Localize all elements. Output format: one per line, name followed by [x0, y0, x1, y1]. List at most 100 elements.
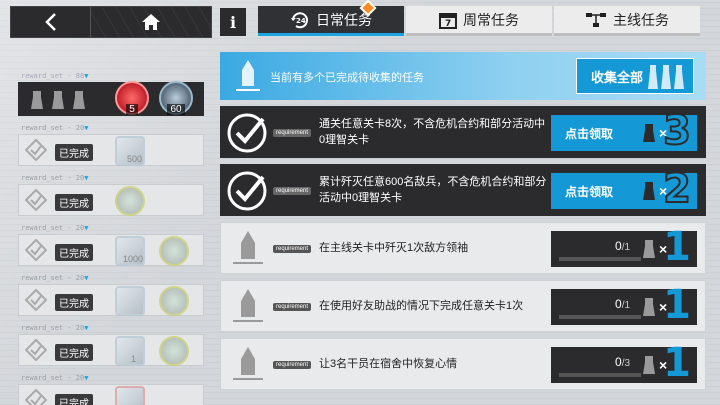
done-badge: 已完成 [55, 244, 93, 261]
item-count: 1 [131, 354, 137, 364]
progress-value: 0/1 [615, 239, 631, 253]
collect-hint: 当前有多个已完成待收集的任务 [270, 72, 424, 84]
chevron-left-icon [44, 13, 56, 31]
rhodes-island-emblem-icon [233, 231, 263, 264]
done-emblem-icon [25, 289, 47, 311]
task-description: 累计歼灭任意600名敌兵，不含危机合约和部分活动中0理智关卡 [319, 176, 547, 204]
reward-item-icon [159, 236, 189, 266]
requirement-tag: requirement [273, 361, 312, 369]
done-badge: 已完成 [55, 194, 93, 211]
calendar-7-icon: 7 [439, 11, 457, 29]
progress-value: 0/1 [615, 297, 631, 311]
reward-item-icon [159, 336, 189, 366]
collect-all-label: 收集全部 [591, 69, 644, 85]
rhodes-island-emblem-icon [233, 347, 263, 380]
reward-item-icon [115, 386, 145, 405]
claim-button[interactable]: 点击领取 × 3 [551, 110, 697, 152]
tab-label: 主线任务 [613, 11, 669, 28]
done-emblem-icon [25, 239, 47, 261]
reward-count: 3 [662, 108, 692, 154]
tab-weekly[interactable]: 7 周常任务 [406, 6, 552, 36]
reward-set-done[interactable]: reward_set - 20▼ 已完成 [18, 274, 204, 316]
claim-button[interactable]: 点击领取 × 2 [551, 168, 697, 210]
reward-set-label: reward_set - 20▼ [21, 374, 89, 382]
reward-set-active[interactable]: reward_set - 88▼ 5 60 [18, 72, 204, 116]
reward-set-done[interactable]: reward_set - 20▼ 已完成 [18, 174, 204, 216]
done-badge: 已完成 [55, 144, 93, 161]
task-description: 在主线关卡中歼灭1次敌方领袖 [319, 242, 469, 254]
task-row: requirement 在使用好友助战的情况下完成任意关卡1次 0/1 × 1 [220, 280, 706, 332]
top-nav [10, 6, 212, 38]
home-button[interactable] [91, 7, 211, 37]
reward-item-gift[interactable]: 5 [115, 81, 149, 115]
reward-keys [29, 89, 87, 111]
done-emblem-icon [25, 139, 47, 161]
key-icon [643, 182, 655, 200]
key-icon [52, 91, 64, 109]
reward-count: 1 [663, 224, 691, 270]
reward-item-icon [159, 286, 189, 316]
keys-icon [648, 65, 684, 89]
tab-daily[interactable]: 24 日常任务 [258, 0, 404, 36]
progress-bar [559, 373, 641, 377]
task-reward: × 2 [637, 168, 692, 210]
done-badge: 已完成 [55, 394, 93, 405]
reward-set-label: reward_set - 20▼ [21, 124, 89, 132]
key-icon [643, 240, 655, 258]
task-reward: × 1 [637, 227, 691, 267]
checkmark-circle-icon [227, 171, 267, 211]
task-description: 通关任意关卡8次，不含危机合约和部分活动中0理智关卡 [319, 118, 546, 146]
done-badge: 已完成 [55, 344, 93, 361]
task-progress: 0/3 × 1 [551, 343, 697, 383]
task-row: requirement 累计歼灭任意600名敌兵，不含危机合约和部分活动中0理智… [220, 164, 706, 216]
key-icon [643, 356, 655, 374]
tab-label: 周常任务 [463, 11, 519, 28]
requirement-tag: requirement [273, 129, 312, 137]
requirement-tag: requirement [273, 303, 312, 311]
requirement-tag: requirement [273, 245, 312, 253]
reward-set-done[interactable]: reward_set - 20▼ 已完成 [18, 374, 204, 405]
tab-main[interactable]: 主线任务 [554, 6, 700, 36]
reward-set-label: reward_set - 88▼ [21, 72, 89, 80]
reward-count: 1 [663, 340, 691, 386]
requirement-tag: requirement [273, 187, 312, 195]
svg-text:7: 7 [445, 19, 451, 29]
reward-set-done[interactable]: reward_set - 20▼ 已完成 1 [18, 324, 204, 366]
info-button[interactable]: i [220, 8, 246, 36]
reward-item-icon [115, 336, 145, 366]
task-reward: × 1 [637, 285, 691, 325]
reward-set-label: reward_set - 20▼ [21, 274, 89, 282]
reward-set-done[interactable]: reward_set - 20▼ 已完成 500 [18, 124, 204, 166]
task-reward: × 1 [637, 343, 691, 383]
progress-bar [559, 257, 641, 261]
reward-item-exp[interactable]: 60 [159, 81, 193, 115]
reward-count: 1 [663, 282, 691, 328]
24h-icon: 24 [290, 11, 310, 29]
reward-set-done[interactable]: reward_set - 20▼ 已完成 1000 [18, 224, 204, 266]
reward-set-label: reward_set - 20▼ [21, 224, 89, 232]
reward-set-label: reward_set - 20▼ [21, 324, 89, 332]
task-row: requirement 通关任意关卡8次，不含危机合约和部分活动中0理智关卡 点… [220, 106, 706, 158]
task-row: requirement 在主线关卡中歼灭1次敌方领袖 0/1 × 1 [220, 222, 706, 274]
task-description: 让3名干员在宿舍中恢复心情 [319, 358, 458, 370]
rhodes-island-logo-icon [236, 60, 260, 91]
claim-label: 点击领取 [565, 184, 614, 199]
back-button[interactable] [11, 7, 91, 37]
task-tabs: 24 日常任务 7 周常任务 主线任务 [258, 0, 700, 36]
checkmark-circle-icon [227, 113, 267, 153]
home-icon [142, 14, 160, 30]
collect-all-button[interactable]: 收集全部 [576, 58, 694, 94]
reward-set-label: reward_set - 20▼ [21, 174, 89, 182]
progress-bar [559, 315, 641, 319]
task-reward: × 3 [637, 110, 692, 152]
reward-item-icon [115, 186, 145, 216]
task-description: 在使用好友助战的情况下完成任意关卡1次 [319, 300, 524, 312]
task-progress: 0/1 × 1 [551, 227, 697, 267]
done-badge: 已完成 [55, 294, 93, 311]
done-emblem-icon [25, 339, 47, 361]
item-count: 1000 [123, 254, 144, 264]
task-progress: 0/1 × 1 [551, 285, 697, 325]
reward-track: reward_set - 88▼ 5 60 reward_set - 20▼ 已… [18, 70, 204, 405]
reward-item-icon [115, 286, 145, 316]
key-icon [73, 91, 85, 109]
